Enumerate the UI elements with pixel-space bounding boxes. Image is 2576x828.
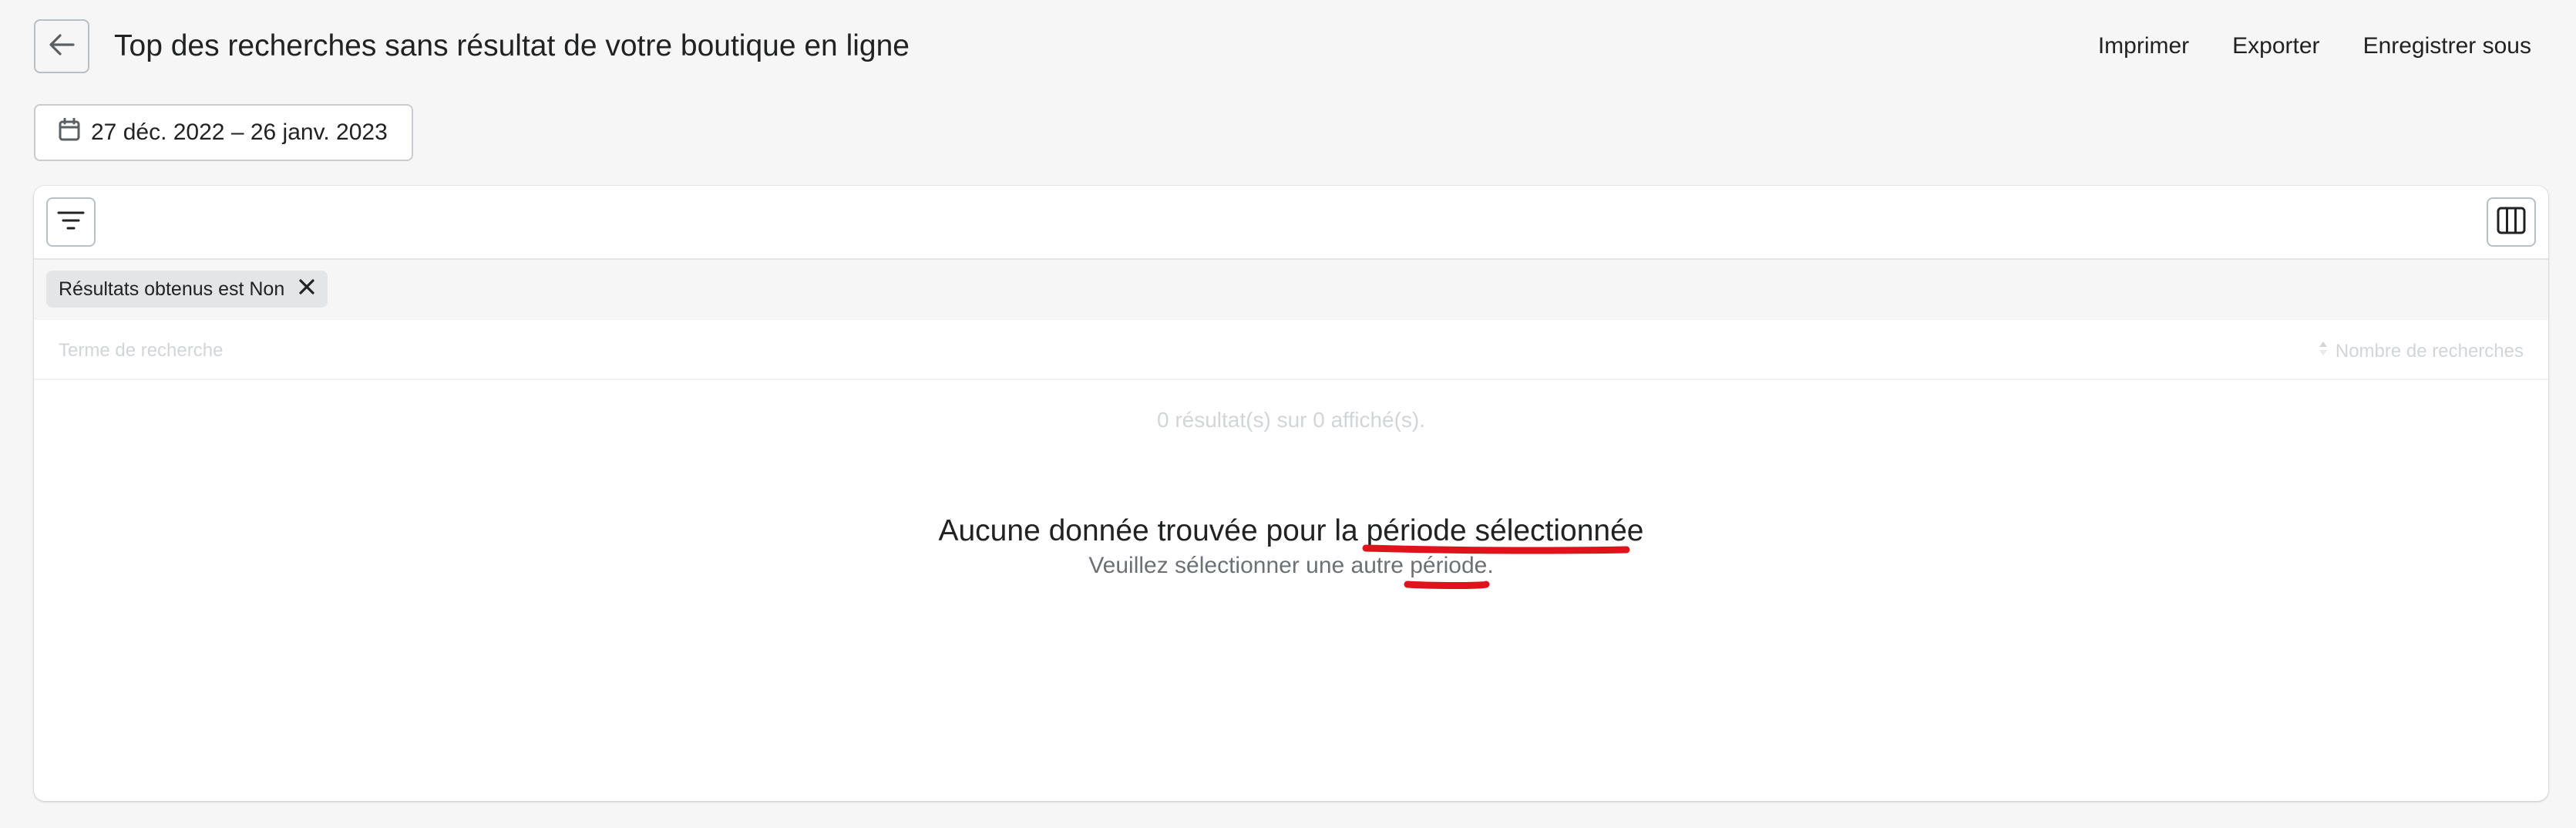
column-header-count[interactable]: Nombre de recherches: [2319, 340, 2524, 362]
back-button[interactable]: [34, 19, 89, 73]
filter-button[interactable]: [46, 197, 96, 247]
arrow-left-icon: [49, 33, 75, 60]
table-header: Terme de recherche Nombre de recherches: [34, 320, 2548, 380]
close-icon[interactable]: [298, 278, 315, 301]
columns-button[interactable]: [2487, 197, 2536, 247]
filter-icon: [57, 210, 85, 235]
column-header-count-label: Nombre de recherches: [2335, 340, 2524, 362]
export-button[interactable]: Exporter: [2232, 31, 2319, 62]
results-summary: 0 résultat(s) sur 0 affiché(s).: [1156, 408, 1426, 432]
header-actions: Imprimer Exporter Enregistrer sous: [2098, 31, 2531, 62]
calendar-icon: [59, 117, 80, 147]
print-button[interactable]: Imprimer: [2098, 31, 2189, 62]
filter-tag-label: Résultats obtenus est Non: [59, 278, 285, 300]
card-toolbar: [34, 186, 2548, 260]
empty-state-title: Aucune donnée trouvée pour la période sé…: [938, 514, 1644, 547]
column-header-term[interactable]: Terme de recherche: [59, 340, 223, 362]
sort-icon: [2319, 340, 2328, 362]
save-as-button[interactable]: Enregistrer sous: [2363, 31, 2531, 62]
date-range-label: 27 déc. 2022 – 26 janv. 2023: [91, 119, 388, 145]
active-filters-row: Résultats obtenus est Non: [34, 260, 2548, 320]
report-card: Résultats obtenus est Non Terme de reche…: [34, 186, 2548, 801]
page-title: Top des recherches sans résultat de votr…: [114, 29, 910, 62]
date-range-button[interactable]: 27 déc. 2022 – 26 janv. 2023: [34, 104, 413, 161]
empty-state-subtitle: Veuillez sélectionner une autre période.: [1088, 553, 1494, 578]
filter-tag: Résultats obtenus est Non: [46, 271, 328, 308]
columns-icon: [2497, 207, 2526, 238]
